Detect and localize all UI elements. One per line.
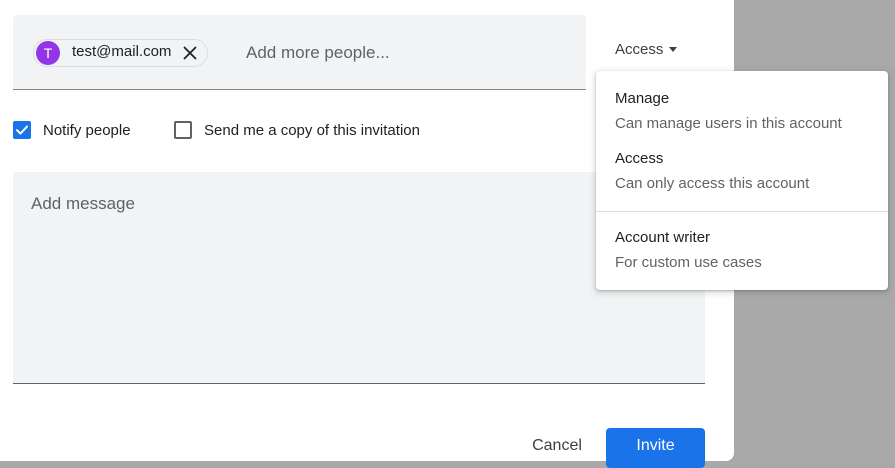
add-people-input[interactable]: [246, 39, 566, 67]
chip-email: test@mail.com: [72, 42, 172, 60]
people-field[interactable]: T test@mail.com: [13, 15, 586, 90]
invite-button[interactable]: Invite: [606, 428, 705, 468]
cancel-button[interactable]: Cancel: [519, 428, 595, 464]
send-copy-checkbox[interactable]: [174, 121, 192, 139]
role-dropdown-label: Access: [615, 40, 664, 58]
notify-people-option[interactable]: Notify people: [13, 119, 131, 141]
avatar: T: [36, 41, 60, 65]
send-copy-option[interactable]: Send me a copy of this invitation: [174, 119, 420, 141]
checkmark-icon: [16, 125, 28, 135]
role-dropdown[interactable]: Access: [615, 39, 678, 59]
notify-people-checkbox[interactable]: [13, 121, 31, 139]
user-chip[interactable]: T test@mail.com: [33, 39, 209, 67]
menu-item-manage[interactable]: Manage Can manage users in this account: [596, 89, 888, 134]
notify-people-label: Notify people: [43, 121, 131, 139]
menu-item-description: Can only access this account: [615, 175, 810, 192]
menu-item-description: For custom use cases: [615, 254, 762, 271]
menu-item-account-writer[interactable]: Account writer For custom use cases: [596, 228, 888, 273]
menu-item-access[interactable]: Access Can only access this account: [596, 149, 888, 194]
caret-down-icon: [669, 46, 678, 52]
menu-item-title: Access: [615, 150, 664, 167]
menu-item-title: Account writer: [615, 229, 711, 246]
close-icon[interactable]: [183, 46, 197, 60]
send-copy-label: Send me a copy of this invitation: [204, 121, 420, 139]
menu-divider: [596, 211, 888, 212]
menu-item-description: Can manage users in this account: [615, 115, 842, 132]
menu-item-title: Manage: [615, 90, 670, 107]
role-menu: Manage Can manage users in this account …: [596, 71, 888, 290]
